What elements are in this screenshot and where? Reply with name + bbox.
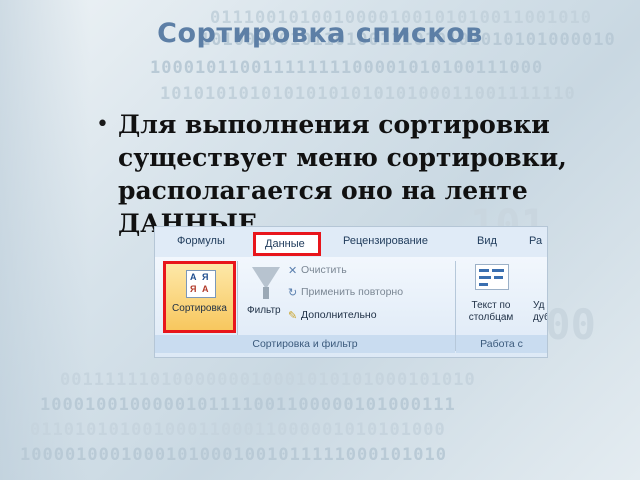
filter-funnel-icon — [252, 267, 280, 289]
tab-formulas[interactable]: Формулы — [177, 235, 225, 247]
bullet-marker: • — [96, 112, 109, 137]
clear-button[interactable]: Очистить — [301, 264, 347, 276]
tab-partial[interactable]: Ра — [529, 235, 542, 247]
background-binary: 0011111101000000010001010101000101010 — [60, 370, 476, 390]
text-to-columns-label: Текст по столбцам — [468, 300, 514, 323]
slide-title: Сортировка списков — [157, 18, 483, 49]
background-binary: 10000100010001010001001011111000101010 — [20, 445, 447, 465]
advanced-button[interactable]: Дополнительно — [301, 309, 377, 321]
filter-funnel-stem — [263, 287, 269, 299]
background-binary: 1000100100000101111001100000101000111 — [40, 395, 456, 415]
tab-data[interactable]: Данные — [253, 232, 321, 256]
group-sort-filter-label: Сортировка и фильтр — [155, 335, 455, 353]
group-data-tools-label: Работа с — [456, 335, 547, 353]
ribbon-tab-bar: Формулы Данные Рецензирование Вид Ра — [155, 227, 547, 257]
advanced-filter-icon: ✎ — [288, 309, 298, 322]
text-to-columns-icon — [475, 264, 509, 290]
background-binary: 10001011001111111100001010100111000 — [150, 58, 544, 78]
tab-data-label: Данные — [265, 238, 305, 250]
remove-duplicates-label[interactable]: Уд дуб — [533, 300, 547, 324]
excel-ribbon-screenshot: Формулы Данные Рецензирование Вид Ра А Я… — [154, 226, 548, 358]
sort-az-icon: А Я Я А — [186, 270, 216, 298]
background-binary: 1010101010101010101010100011001111110 — [160, 84, 576, 104]
reapply-button[interactable]: Применить повторно — [301, 286, 403, 298]
sort-button-label: Сортировка — [172, 303, 227, 314]
tab-review[interactable]: Рецензирование — [343, 235, 428, 247]
sort-button[interactable]: А Я Я А Сортировка — [163, 261, 236, 333]
clear-filter-icon: ✕ — [288, 264, 298, 277]
filter-button-label: Фильтр — [247, 305, 281, 316]
background-binary: 0110101010010001100011000001010101000 — [30, 420, 446, 440]
bullet-item: Для выполнения сортировки существует мен… — [118, 110, 567, 238]
reapply-filter-icon: ↻ — [288, 286, 298, 299]
tab-view[interactable]: Вид — [477, 235, 497, 247]
